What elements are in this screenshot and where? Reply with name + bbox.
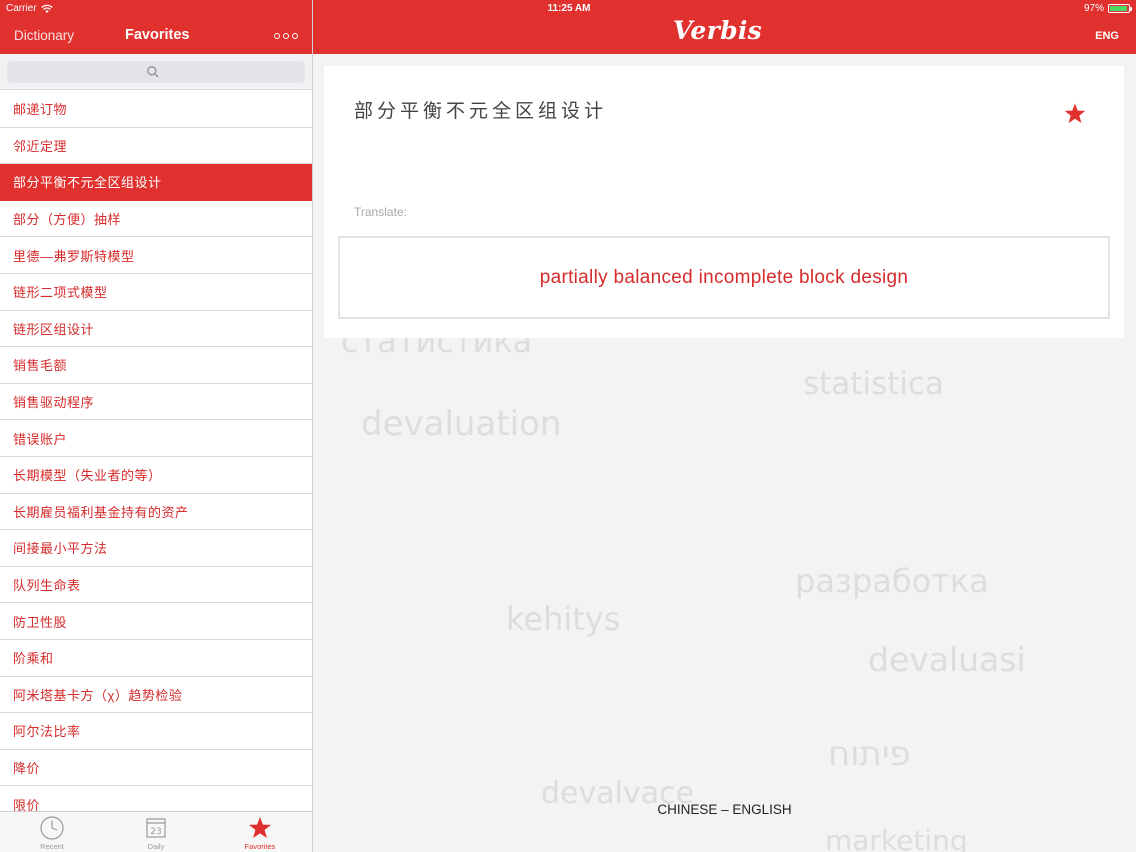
favorites-title: Favorites <box>125 27 190 43</box>
translation-card: 部分平衡不元全区组设计 Translate: partially balance… <box>324 66 1124 338</box>
cloud-word: kehitys <box>506 600 621 638</box>
star-icon <box>249 817 271 838</box>
tab-favorites[interactable]: Favorites <box>208 812 312 852</box>
tab-daily-label: Daily <box>147 842 165 851</box>
language-button[interactable]: ENG <box>1095 30 1119 42</box>
tab-recent[interactable]: Recent <box>0 812 104 852</box>
tab-bar: Recent 23 Daily Favorites <box>0 811 312 852</box>
translate-label: Translate: <box>354 205 407 219</box>
search-bar <box>0 54 312 90</box>
right-header: 11:25 AM 97% Verbis ENG <box>313 0 1136 54</box>
list-item[interactable]: 错误账户 <box>0 420 312 457</box>
translation-box: partially balanced incomplete block desi… <box>338 236 1110 319</box>
star-icon[interactable] <box>1063 102 1087 126</box>
list-item[interactable]: 里德—弗罗斯特模型 <box>0 237 312 274</box>
app-logo: Verbis <box>673 16 763 45</box>
tab-favorites-label: Favorites <box>244 842 276 851</box>
cloud-word: marketing <box>825 824 968 852</box>
language-direction[interactable]: CHINESE – ENGLISH <box>313 802 1136 817</box>
list-item[interactable]: 链形二项式模型 <box>0 273 312 311</box>
battery-icon <box>1108 4 1132 13</box>
list-item[interactable]: 阿尔法比率 <box>0 713 312 750</box>
translation-text: partially balanced incomplete block desi… <box>539 266 909 288</box>
dictionary-back-button[interactable]: Dictionary <box>14 28 74 43</box>
cloud-word: devaluasi <box>868 640 1026 679</box>
list-item[interactable]: 降价 <box>0 749 312 787</box>
list-item[interactable]: 阿米塔基卡方（χ）趋势检验 <box>0 676 312 714</box>
tab-recent-label: Recent <box>40 842 64 851</box>
carrier-label: Carrier <box>6 3 37 14</box>
list-item[interactable]: 邻近定理 <box>0 127 312 165</box>
svg-text:23: 23 <box>150 827 161 837</box>
list-item[interactable]: 阶乘和 <box>0 639 312 677</box>
calendar-icon: 23 <box>146 818 166 838</box>
left-header: Carrier Dictionary Favorites <box>0 0 312 54</box>
cloud-word: פיתוח <box>828 734 911 774</box>
list-item[interactable]: 长期模型（失业者的等） <box>0 456 312 494</box>
tab-daily[interactable]: 23 Daily <box>104 812 208 852</box>
clock-icon <box>40 816 64 840</box>
list-item[interactable]: 限价 <box>0 786 312 811</box>
detail-panel: 11:25 AM 97% Verbis ENG статистика stati… <box>313 0 1136 852</box>
favorites-list: 邮递订物 邻近定理 部分平衡不元全区组设计 部分（方便）抽样 里德—弗罗斯特模型 链形二项… <box>0 91 312 811</box>
status-bar-right: 97% <box>1083 3 1132 14</box>
list-item[interactable]: 部分平衡不元全区组设计 <box>0 164 312 201</box>
list-item[interactable]: 间接最小平方法 <box>0 530 312 567</box>
source-word: 部分平衡不元全区组设计 <box>354 101 608 122</box>
cloud-word: разработка <box>795 562 989 600</box>
favorites-panel: Carrier Dictionary Favorites 邮递订物 邻近定理 部分平… <box>0 0 312 852</box>
list-item[interactable]: 防卫性股 <box>0 603 312 640</box>
cloud-word: statistica <box>803 366 945 402</box>
more-icon[interactable] <box>274 29 302 43</box>
list-item[interactable]: 销售毛额 <box>0 347 312 384</box>
status-time: 11:25 AM <box>547 3 591 14</box>
list-item[interactable]: 队列生命表 <box>0 566 312 604</box>
search-icon <box>147 66 159 78</box>
cloud-word: devaluation <box>361 404 562 444</box>
battery-percent: 97% <box>1083 3 1104 14</box>
list-item[interactable]: 销售驱动程序 <box>0 383 312 421</box>
list-item[interactable]: 邮递订物 <box>0 91 312 128</box>
list-item[interactable]: 长期雇员福利基金持有的资产 <box>0 493 312 531</box>
status-bar-left: Carrier <box>6 3 53 14</box>
wifi-icon <box>40 4 53 13</box>
list-item[interactable]: 链形区组设计 <box>0 310 312 348</box>
list-item[interactable]: 部分（方便）抽样 <box>0 200 312 238</box>
